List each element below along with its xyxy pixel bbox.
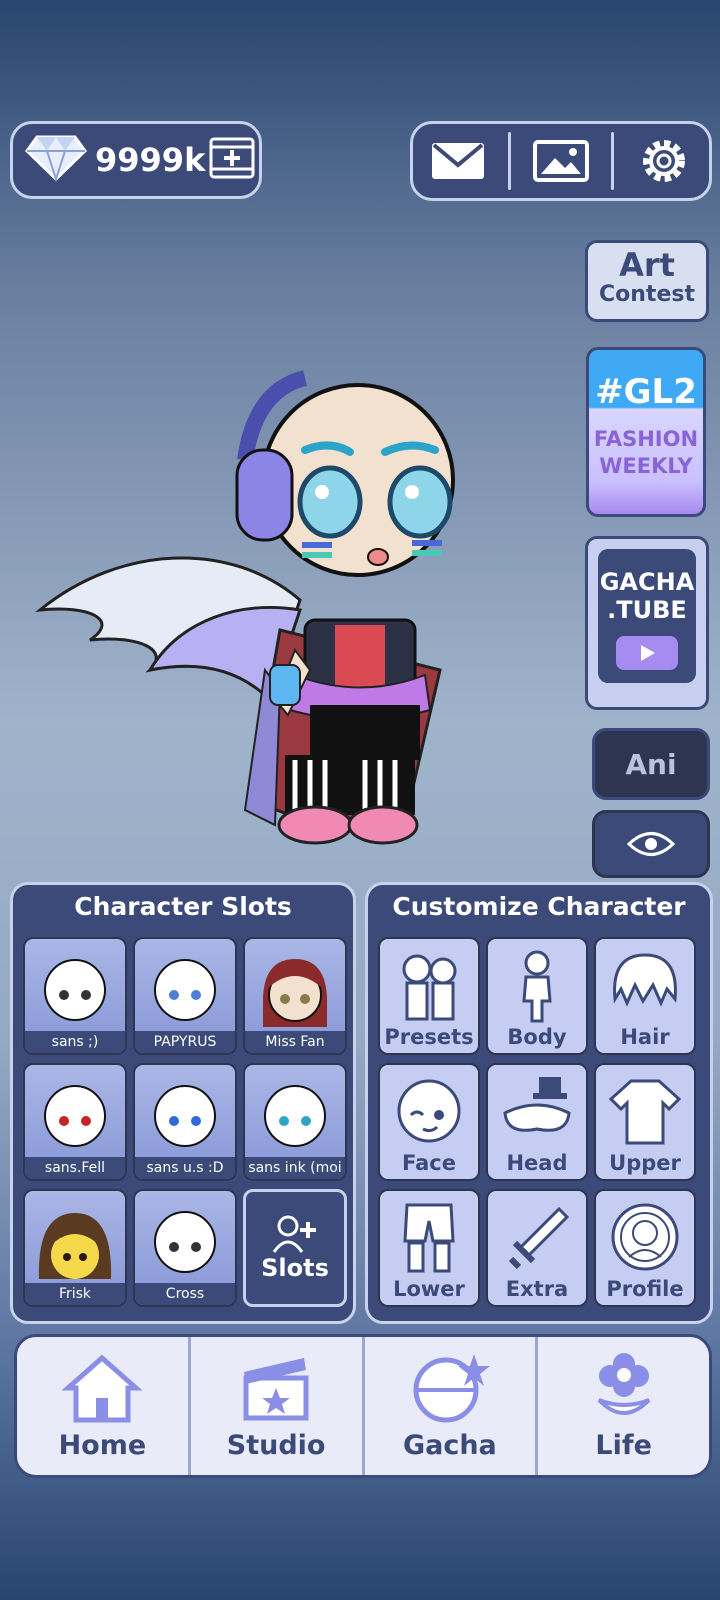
slot-name: Cross (135, 1283, 235, 1305)
mask-icon (503, 1077, 571, 1132)
slot-name: sans u.s :D (135, 1157, 235, 1179)
bottom-nav: Home Studio Gacha Life (14, 1334, 712, 1478)
customize-profile-button[interactable]: Profile (594, 1189, 696, 1307)
character-preview[interactable] (30, 370, 470, 870)
slot-name: Frisk (25, 1283, 125, 1305)
customize-upper-button[interactable]: Upper (594, 1063, 696, 1181)
art-contest-button[interactable]: Art Contest (585, 240, 709, 322)
lower-label: Lower (393, 1277, 465, 1301)
divider (611, 132, 614, 190)
customize-face-button[interactable]: Face (378, 1063, 480, 1181)
mail-icon[interactable] (418, 131, 498, 191)
customize-hair-button[interactable]: Hair (594, 937, 696, 1055)
slots-label: Slots (261, 1254, 329, 1282)
character-head-icon (154, 1085, 216, 1147)
tube-screen: GACHA .TUBE (598, 549, 696, 683)
customize-lower-button[interactable]: Lower (378, 1189, 480, 1307)
profile-label: Profile (606, 1277, 684, 1301)
customize-character-title: Customize Character (392, 892, 686, 921)
hair-label: Hair (620, 1025, 670, 1049)
gacha-tube-button[interactable]: GACHA .TUBE (585, 536, 709, 710)
shorts-icon (403, 1203, 455, 1273)
gacha-label: Gacha (402, 1430, 497, 1461)
character-head-icon (154, 1211, 216, 1273)
character-slots-panel: Character Slots sans ;) PAPYRUS Miss Fan… (10, 882, 356, 1324)
profile-icon (611, 1203, 679, 1271)
home-icon (61, 1354, 143, 1423)
extra-label: Extra (505, 1277, 569, 1301)
slot-name: PAPYRUS (135, 1031, 235, 1053)
character-slots-title: Character Slots (74, 892, 292, 921)
slot-name: sans ;) (25, 1031, 125, 1053)
clapperboard-icon (243, 1358, 309, 1421)
shirt-icon (608, 1079, 682, 1145)
diamond-icon (25, 133, 87, 187)
nav-life[interactable]: Life (535, 1337, 709, 1475)
customize-grid: Presets Body Hair Face Head Upper Lower (378, 937, 696, 1307)
character-slot[interactable]: PAPYRUS (133, 937, 237, 1055)
play-icon (616, 636, 678, 671)
gear-icon[interactable] (624, 131, 704, 191)
customize-presets-button[interactable]: Presets (378, 937, 480, 1055)
nav-studio[interactable]: Studio (187, 1337, 362, 1475)
weekly-label: WEEKLY (599, 454, 693, 479)
home-label: Home (58, 1430, 147, 1461)
character-slot[interactable]: Frisk (23, 1189, 127, 1307)
slot-grid: sans ;) PAPYRUS Miss Fan sans.Fell sans … (23, 937, 347, 1307)
body-icon (522, 950, 552, 1023)
character-slot[interactable]: sans.Fell (23, 1063, 127, 1181)
currency-display: 9999k (10, 121, 262, 199)
hair-icon (613, 953, 677, 1007)
character-slot[interactable]: sans ;) (23, 937, 127, 1055)
upper-label: Upper (609, 1151, 681, 1175)
customize-character-panel: Customize Character Presets Body Hair Fa… (365, 882, 713, 1324)
customize-head-button[interactable]: Head (486, 1063, 588, 1181)
character-head-icon (263, 959, 327, 1027)
studio-label: Studio (226, 1430, 326, 1461)
art-contest-line1: Art (619, 246, 675, 284)
currency-amount: 9999k (95, 141, 206, 179)
slot-name: sans ink (moi (245, 1157, 345, 1179)
character-head-icon (154, 959, 216, 1021)
gacha-orb-icon (413, 1354, 490, 1423)
character-head-icon (44, 959, 106, 1021)
character-head-icon (264, 1085, 326, 1147)
fashion-label: FASHION (593, 427, 699, 451)
character-head-icon (44, 1085, 106, 1147)
customize-body-button[interactable]: Body (486, 937, 588, 1055)
tube-line2: .TUBE (607, 595, 687, 624)
customize-extra-button[interactable]: Extra (486, 1189, 588, 1307)
life-label: Life (595, 1430, 652, 1461)
gl2-title: #GL2 (595, 372, 697, 412)
face-icon (397, 1079, 461, 1143)
art-contest-line2: Contest (599, 281, 695, 307)
sword-icon (508, 1206, 570, 1270)
character-slot[interactable]: sans ink (moi (243, 1063, 347, 1181)
slot-name: sans.Fell (25, 1157, 125, 1179)
ani-button[interactable]: Ani (592, 728, 710, 800)
fashion-weekly-button[interactable]: #GL2 FASHION WEEKLY (586, 347, 706, 517)
character-slot[interactable]: Cross (133, 1189, 237, 1307)
nav-gacha[interactable]: Gacha (361, 1337, 536, 1475)
gallery-icon[interactable] (521, 131, 601, 191)
eye-toggle[interactable] (592, 810, 710, 878)
flower-icon (597, 1353, 651, 1415)
body-label: Body (507, 1025, 567, 1049)
tube-line1: GACHA (599, 568, 695, 596)
eye-icon (627, 832, 675, 856)
add-currency-icon[interactable] (209, 135, 255, 185)
divider (508, 132, 511, 190)
add-user-icon (272, 1215, 316, 1253)
presets-label: Presets (384, 1025, 474, 1049)
head-label: Head (506, 1151, 568, 1175)
top-icon-bar (410, 121, 712, 201)
add-slots-button[interactable]: Slots (243, 1189, 347, 1307)
character-head-icon (38, 1213, 112, 1279)
presets-icon (402, 954, 457, 1021)
character-slot[interactable]: Miss Fan (243, 937, 347, 1055)
character-slot[interactable]: sans u.s :D (133, 1063, 237, 1181)
slot-name: Miss Fan (245, 1031, 345, 1053)
nav-home[interactable]: Home (17, 1337, 188, 1475)
face-label: Face (402, 1151, 456, 1175)
